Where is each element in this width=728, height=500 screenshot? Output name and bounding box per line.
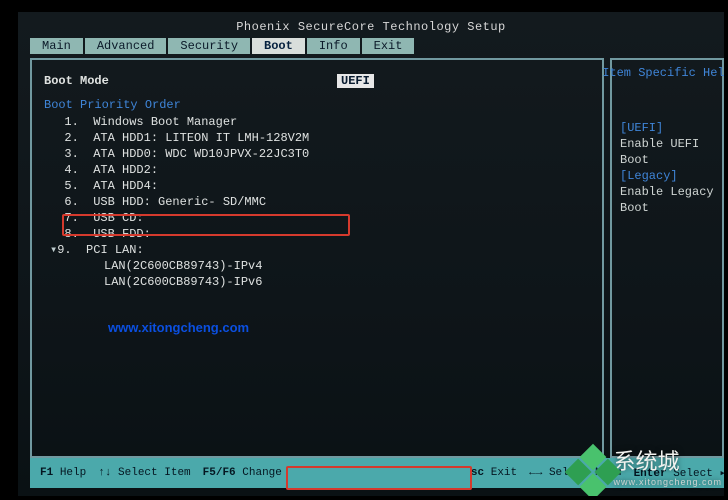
boot-item[interactable]: 1. Windows Boot Manager xyxy=(32,114,602,130)
keyhint: F5/F6 Change Values xyxy=(197,467,334,479)
setup-title: Phoenix SecureCore Technology Setup xyxy=(18,12,724,34)
keyhint: ↑↓ Select Item xyxy=(92,467,196,479)
watermark-logo-cn: 系统城 xyxy=(613,449,679,474)
boot-subitem[interactable]: LAN(2C600CB89743)-IPv6 xyxy=(32,274,602,290)
tab-advanced[interactable]: Advanced xyxy=(85,38,167,54)
boot-item[interactable]: 4. ATA HDD2: xyxy=(32,162,602,178)
help-panel-title: Item Specific Help xyxy=(602,66,724,80)
boot-item[interactable]: 9. PCI LAN: xyxy=(32,242,602,258)
tab-exit[interactable]: Exit xyxy=(362,38,415,54)
main-panel: Boot Mode UEFI Boot Priority Order 1. Wi… xyxy=(30,58,604,458)
boot-mode-value[interactable]: UEFI xyxy=(337,74,374,88)
tab-security[interactable]: Security xyxy=(168,38,250,54)
tab-info[interactable]: Info xyxy=(307,38,360,54)
keyhint: F1 Help xyxy=(34,467,92,479)
boot-subitem[interactable]: LAN(2C600CB89743)-IPv4 xyxy=(32,258,602,274)
boot-mode-label: Boot Mode xyxy=(32,60,602,94)
tab-main[interactable]: Main xyxy=(30,38,83,54)
boot-item[interactable]: 7. USB CD: xyxy=(32,210,602,226)
boot-priority-label: Boot Priority Order xyxy=(32,94,602,114)
boot-item[interactable]: 8. USB FDD: xyxy=(32,226,602,242)
boot-item[interactable]: 3. ATA HDD0: WDC WD10JPVX-22JC3T0 xyxy=(32,146,602,162)
watermark-logo-en: www.xitongcheng.com xyxy=(613,472,722,492)
keyhint: Esc Exit xyxy=(458,467,523,479)
boot-item[interactable]: 5. ATA HDD4: xyxy=(32,178,602,194)
help-text: Enable UEFI Boot xyxy=(620,136,716,168)
boot-item[interactable]: 6. USB HDD: Generic- SD/MMC xyxy=(32,194,602,210)
watermark-logo: 系统城 www.xitongcheng.com xyxy=(573,452,722,492)
boot-priority-list: 1. Windows Boot Manager 2. ATA HDD1: LIT… xyxy=(32,114,602,290)
help-text: Enable Legacy Boot xyxy=(620,184,716,216)
boot-item[interactable]: 2. ATA HDD1: LITEON IT LMH-128V2M xyxy=(32,130,602,146)
help-header: [UEFI] xyxy=(620,120,716,136)
tab-boot[interactable]: Boot xyxy=(252,38,305,54)
menu-tabs: MainAdvancedSecurityBootInfoExit xyxy=(30,38,712,54)
watermark-url: www.xitongcheng.com xyxy=(108,320,249,335)
help-header: [Legacy] xyxy=(620,168,716,184)
help-panel: Item Specific Help [UEFI]Enable UEFI Boo… xyxy=(610,58,724,458)
keyhint: F9 Setup Defaults xyxy=(334,467,458,479)
